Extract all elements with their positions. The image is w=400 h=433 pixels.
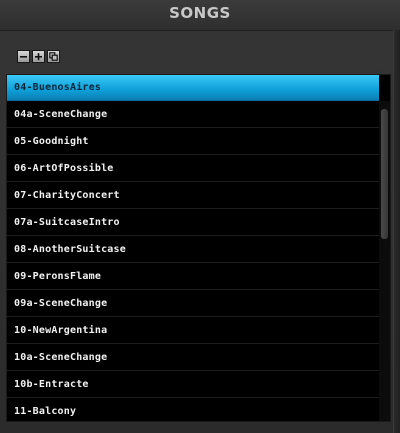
song-list-item[interactable]: 07a-SuitcaseIntro xyxy=(7,210,379,236)
song-list-item[interactable]: 10b-Entracte xyxy=(7,372,379,398)
song-name-label: 10a-SceneChange xyxy=(14,352,108,363)
song-list-scrollbar[interactable] xyxy=(379,101,390,421)
panel-header: SONGS xyxy=(0,0,400,31)
song-list-item[interactable]: 04-BuenosAires xyxy=(7,75,379,101)
song-list-item[interactable]: 05-Goodnight xyxy=(7,129,379,155)
duplicate-song-button[interactable] xyxy=(47,50,60,63)
song-list-item[interactable]: 09-PeronsFlame xyxy=(7,264,379,290)
song-list-item[interactable]: 08-AnotherSuitcase xyxy=(7,237,379,263)
song-name-label: 09a-SceneChange xyxy=(14,298,108,309)
song-list-item[interactable]: 10a-SceneChange xyxy=(7,345,379,371)
duplicate-icon xyxy=(49,52,58,61)
scrollbar-thumb[interactable] xyxy=(381,109,388,239)
song-name-label: 07a-SuitcaseIntro xyxy=(14,217,120,228)
song-name-label: 07-CharityConcert xyxy=(14,190,120,201)
song-name-label: 10-NewArgentina xyxy=(14,325,108,336)
song-name-label: 04a-SceneChange xyxy=(14,109,108,120)
song-list[interactable]: 04-BuenosAires 04a-SceneChange 05-Goodnigh… xyxy=(6,74,391,422)
song-name-label: 11-Balcony xyxy=(14,406,77,417)
plus-icon xyxy=(35,53,42,61)
panel-edge xyxy=(393,30,400,433)
song-name-label: 08-AnotherSuitcase xyxy=(14,244,126,255)
panel-title: SONGS xyxy=(169,4,231,22)
song-list-item[interactable]: 04a-SceneChange xyxy=(7,102,379,128)
song-list-item[interactable]: 10-NewArgentina xyxy=(7,318,379,344)
song-name-label: 05-Goodnight xyxy=(14,136,89,147)
songs-panel: SONGS 04-BuenosAires 04a-SceneChange 05-Go… xyxy=(0,0,400,433)
song-name-label: 09-PeronsFlame xyxy=(14,271,102,282)
song-list-item[interactable]: 07-CharityConcert xyxy=(7,183,379,209)
song-name-label: 10b-Entracte xyxy=(14,379,89,390)
minus-icon xyxy=(20,56,27,58)
song-list-item[interactable]: 09a-SceneChange xyxy=(7,291,379,317)
add-song-button[interactable] xyxy=(32,50,45,63)
song-name-label: 04-BuenosAires xyxy=(14,82,102,93)
song-list-item[interactable]: 11-Balcony xyxy=(7,399,379,421)
song-list-item[interactable]: 06-ArtOfPossible xyxy=(7,156,379,182)
song-name-label: 06-ArtOfPossible xyxy=(14,163,114,174)
remove-song-button[interactable] xyxy=(17,50,30,63)
